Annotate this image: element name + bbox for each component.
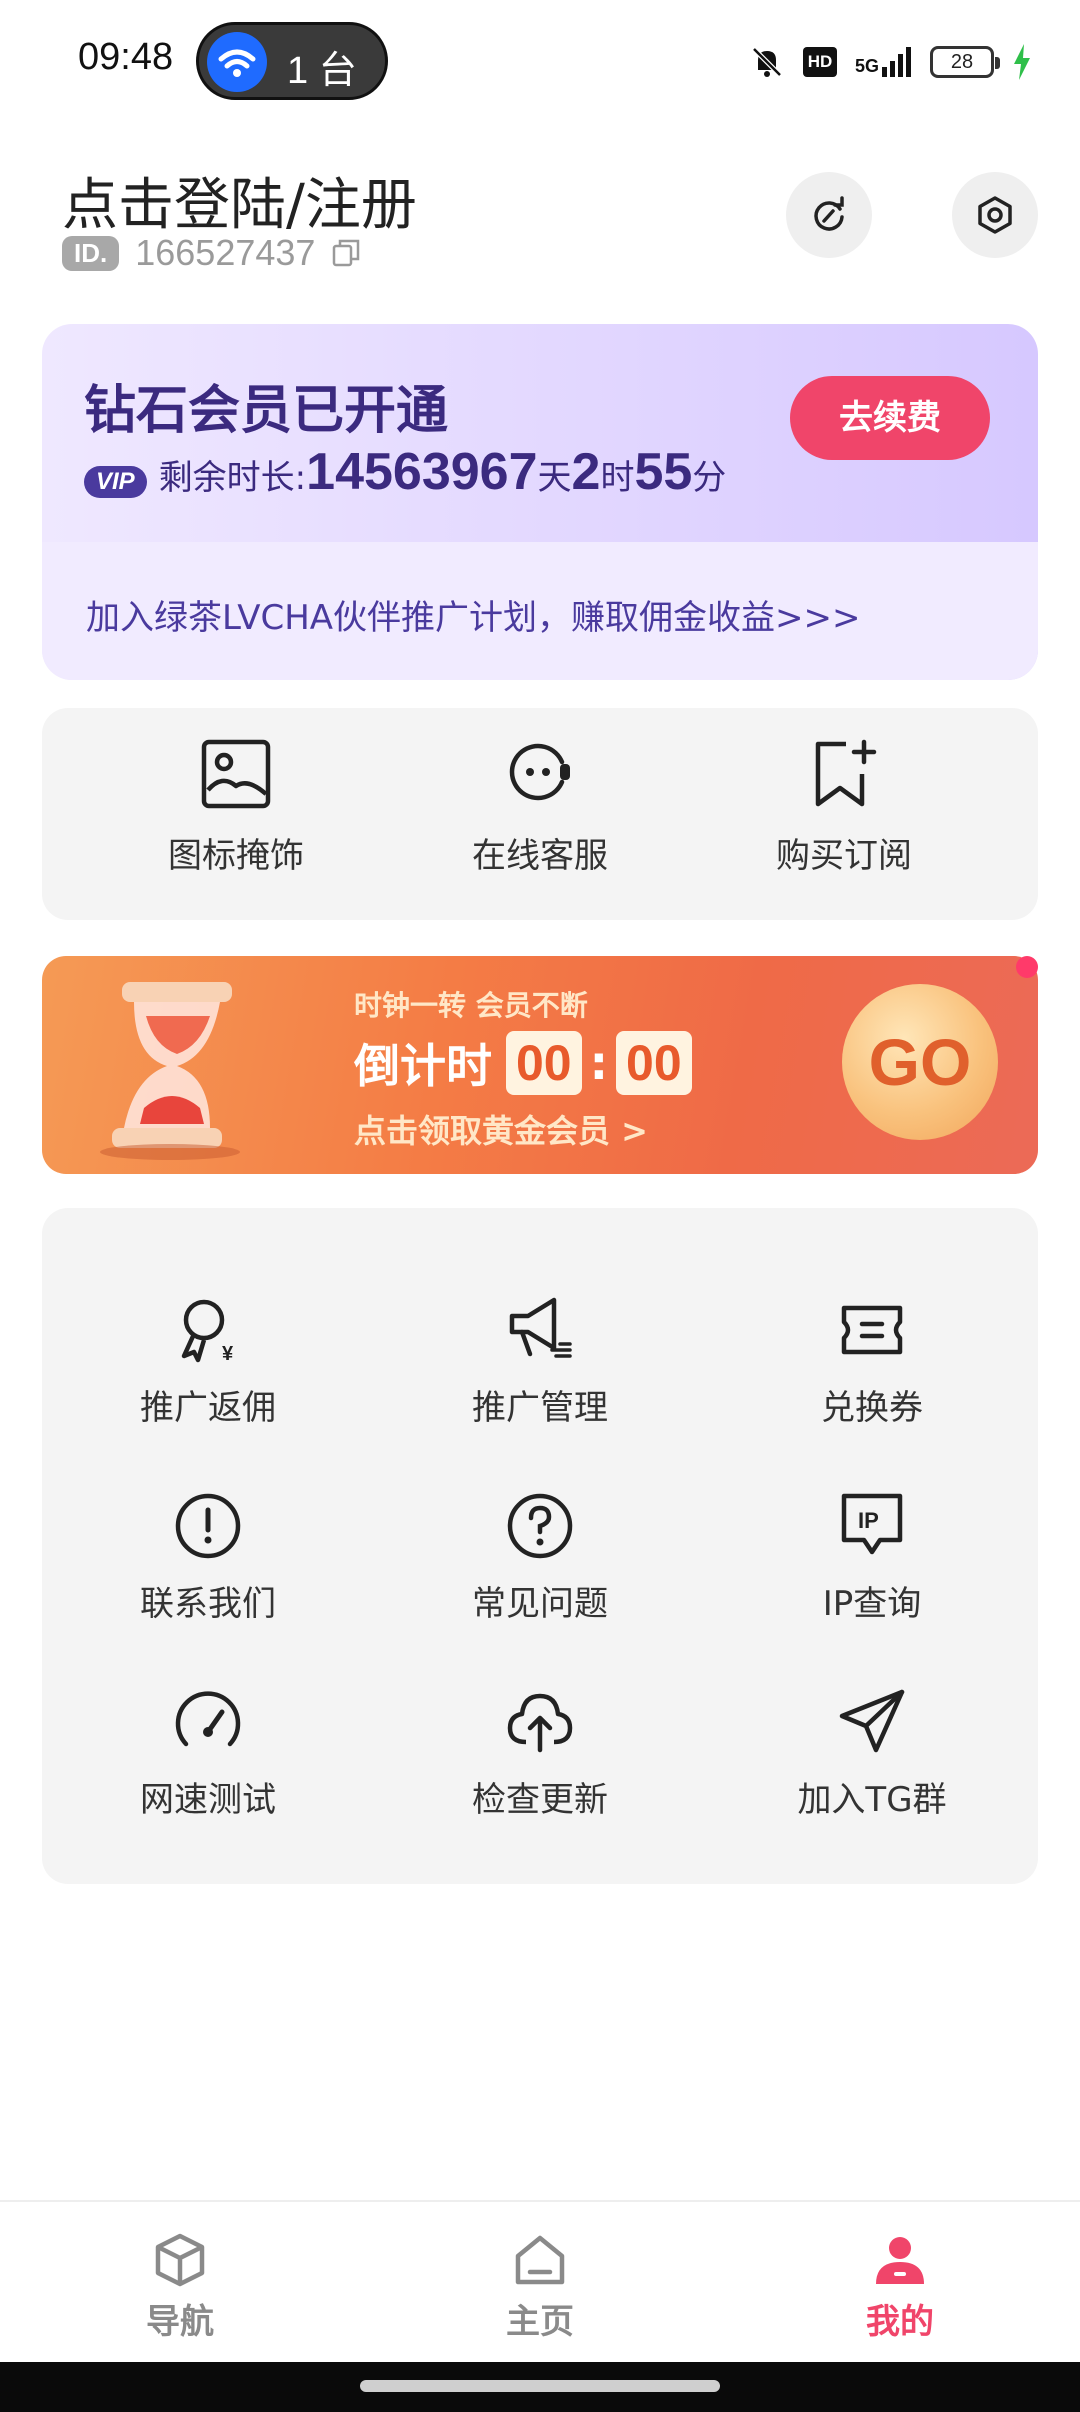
quick-action-label: 图标掩饰 bbox=[168, 836, 304, 876]
countdown-minutes: 00 bbox=[506, 1031, 582, 1095]
quick-action-label: 购买订阅 bbox=[776, 836, 912, 876]
wifi-hotspot-icon bbox=[207, 32, 267, 92]
countdown-label: 倒计时 bbox=[354, 1039, 492, 1093]
menu-item-faq[interactable]: 常见问题 bbox=[420, 1490, 660, 1625]
user-id: 166527437 bbox=[135, 232, 316, 273]
nav-tab-mine[interactable]: 我的 bbox=[800, 2232, 1000, 2343]
nav-tab-home[interactable]: 主页 bbox=[440, 2232, 640, 2343]
menu-item-label: 联系我们 bbox=[140, 1584, 276, 1624]
partner-promo-text: 加入绿茶LVCHA伙伴推广计划，赚取佣金收益>>> bbox=[86, 598, 861, 638]
home-icon bbox=[515, 2235, 565, 2285]
remaining-hours: 2 bbox=[571, 443, 601, 501]
vip-remaining-row: VIP 剩余时长: 14563967 天 2 时 55 分 bbox=[84, 442, 726, 502]
image-icon bbox=[201, 739, 271, 809]
menu-item-referral-management[interactable]: 推广管理 bbox=[420, 1294, 660, 1429]
headset-icon bbox=[509, 743, 570, 801]
nav-tab-label: 我的 bbox=[866, 2302, 934, 2342]
vip-membership-card: 钻石会员已开通 VIP 剩余时长: 14563967 天 2 时 55 分 去续… bbox=[42, 324, 1038, 680]
status-icons: HD 5G 28 bbox=[749, 40, 1032, 84]
days-unit: 天 bbox=[537, 458, 572, 498]
remaining-label: 剩余时长: bbox=[158, 458, 307, 498]
connected-devices-pill[interactable]: 1 台 bbox=[196, 22, 388, 100]
megaphone-icon bbox=[509, 1297, 572, 1358]
partner-promo-banner[interactable]: 加入绿茶LVCHA伙伴推广计划，赚取佣金收益>>> bbox=[42, 542, 1038, 680]
id-badge: ID. bbox=[62, 235, 120, 271]
quick-actions-card: 图标掩饰 在线客服 购买订阅 bbox=[42, 708, 1038, 920]
user-id-row: ID. 166527437 bbox=[62, 232, 361, 274]
nav-tab-label: 主页 bbox=[506, 2302, 574, 2342]
menu-item-label: 推广返佣 bbox=[140, 1388, 276, 1428]
features-menu-grid: ¥ 推广返佣 推广管理 兑换券 联系我们 常见问题 IP IP查询 网速测试 检… bbox=[42, 1208, 1038, 1884]
claim-gold-member-link[interactable]: 点击领取黄金会员 > bbox=[354, 1106, 648, 1152]
notification-dot bbox=[1016, 956, 1038, 978]
cube-icon bbox=[155, 2233, 205, 2287]
quick-action-buy-subscription[interactable]: 购买订阅 bbox=[724, 738, 964, 877]
cloud-upload-icon bbox=[507, 1693, 573, 1753]
menu-item-label: 兑换券 bbox=[821, 1388, 923, 1428]
send-icon bbox=[839, 1689, 905, 1753]
alert-circle-icon bbox=[175, 1493, 241, 1559]
ip-icon: IP bbox=[841, 1493, 903, 1555]
devices-count: 1 台 bbox=[287, 50, 357, 92]
banner-slogan: 时钟一转 会员不断 bbox=[354, 989, 588, 1022]
menu-item-check-update[interactable]: 检查更新 bbox=[420, 1686, 660, 1821]
menu-item-ip-lookup[interactable]: IP IP查询 bbox=[752, 1490, 992, 1625]
countdown-seconds: 00 bbox=[616, 1031, 692, 1095]
signal-icon: 5G bbox=[855, 47, 912, 77]
countdown-separator: : bbox=[589, 1036, 609, 1090]
menu-item-label: IP查询 bbox=[822, 1584, 922, 1624]
award-icon: ¥ bbox=[181, 1299, 234, 1365]
status-bar: 09:48 1 台 HD 5G 28 bbox=[0, 0, 1080, 120]
menu-item-label: 加入TG群 bbox=[797, 1780, 947, 1820]
battery-indicator: 28 bbox=[930, 46, 1000, 78]
home-gesture-bar[interactable] bbox=[360, 2380, 720, 2392]
menu-item-label: 网速测试 bbox=[140, 1780, 276, 1820]
go-button[interactable]: GO bbox=[842, 984, 998, 1140]
menu-item-referral-commission[interactable]: ¥ 推广返佣 bbox=[88, 1294, 328, 1429]
menu-item-join-tg-group[interactable]: 加入TG群 bbox=[752, 1686, 992, 1821]
gold-member-countdown-banner[interactable]: 时钟一转 会员不断 倒计时 00 : 00 点击领取黄金会员 > GO bbox=[42, 956, 1038, 1174]
speedometer-icon bbox=[175, 1691, 241, 1747]
menu-item-label: 检查更新 bbox=[472, 1780, 608, 1820]
countdown-row: 倒计时 00 : 00 bbox=[354, 1030, 692, 1096]
mute-bell-icon bbox=[752, 47, 782, 77]
minutes-unit: 分 bbox=[692, 458, 727, 498]
remaining-days: 14563967 bbox=[306, 443, 538, 501]
menu-item-speed-test[interactable]: 网速测试 bbox=[88, 1686, 328, 1821]
menu-item-label: 推广管理 bbox=[472, 1388, 608, 1428]
quick-action-online-support[interactable]: 在线客服 bbox=[420, 738, 660, 877]
hd-voice-icon: HD bbox=[802, 47, 837, 77]
status-time: 09:48 bbox=[78, 36, 174, 78]
settings-button[interactable] bbox=[952, 172, 1038, 258]
bookmark-plus-icon bbox=[815, 739, 877, 807]
refresh-button[interactable] bbox=[786, 172, 872, 258]
network-type: 5G bbox=[854, 56, 879, 76]
gesture-navigation-area bbox=[0, 2362, 1080, 2412]
login-register-link[interactable]: 点击登陆/注册 bbox=[62, 160, 417, 241]
hours-unit: 时 bbox=[600, 458, 635, 498]
quick-action-icon-disguise[interactable]: 图标掩饰 bbox=[116, 738, 356, 877]
vip-status-section: 钻石会员已开通 VIP 剩余时长: 14563967 天 2 时 55 分 去续… bbox=[42, 324, 1038, 542]
menu-item-contact-us[interactable]: 联系我们 bbox=[88, 1490, 328, 1625]
nav-tab-label: 导航 bbox=[146, 2302, 214, 2342]
menu-item-voucher[interactable]: 兑换券 bbox=[752, 1294, 992, 1429]
charging-bolt-icon bbox=[1014, 44, 1030, 80]
remaining-minutes: 55 bbox=[634, 443, 693, 501]
refresh-icon bbox=[814, 196, 844, 231]
bottom-navigation: 导航 主页 我的 bbox=[0, 2200, 1080, 2362]
renew-button[interactable]: 去续费 bbox=[790, 376, 990, 460]
help-circle-icon bbox=[507, 1493, 573, 1559]
vip-title: 钻石会员已开通 bbox=[84, 381, 449, 441]
copy-icon[interactable] bbox=[331, 238, 361, 268]
ticket-icon bbox=[841, 1305, 903, 1355]
settings-hex-icon bbox=[978, 196, 1012, 234]
menu-item-label: 常见问题 bbox=[472, 1584, 608, 1624]
user-icon bbox=[876, 2237, 924, 2284]
nav-tab-navigation[interactable]: 导航 bbox=[80, 2232, 280, 2343]
svg-text:¥: ¥ bbox=[222, 1343, 234, 1365]
svg-text:IP: IP bbox=[858, 1508, 879, 1533]
vip-badge: VIP bbox=[84, 466, 147, 498]
hourglass-icon bbox=[100, 982, 240, 1160]
quick-action-label: 在线客服 bbox=[472, 836, 608, 876]
